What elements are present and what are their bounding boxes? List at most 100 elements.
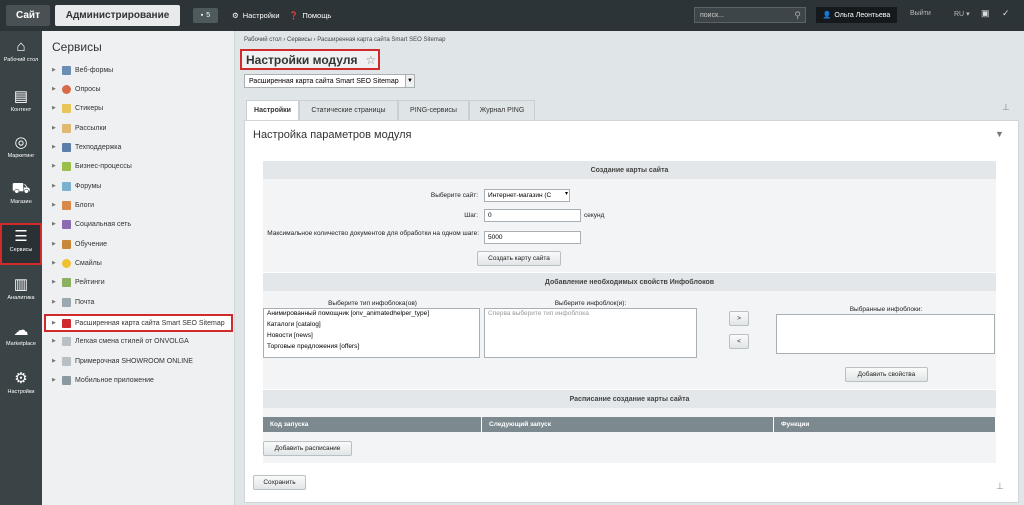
logout-link[interactable]: Выйти <box>910 10 931 17</box>
list-item[interactable]: Торговые предложения [offers] <box>264 342 479 353</box>
sidebar-item-business-processes[interactable]: ▶ Бизнес-процессы <box>52 159 132 173</box>
step-field[interactable]: 0 <box>484 209 581 222</box>
expand-arrow-icon[interactable]: ▶ <box>52 358 58 364</box>
expand-arrow-icon[interactable]: ▶ <box>52 299 58 305</box>
search-input[interactable]: поиск... ⚲ <box>694 7 806 23</box>
form-icon <box>62 65 71 75</box>
site-select[interactable]: Интернет-магазин (С ▾ <box>484 189 570 202</box>
list-item[interactable]: Каталоги [catalog] <box>264 320 479 331</box>
gear-icon: ⚙ <box>232 10 239 20</box>
notification-count: 5 <box>206 12 211 19</box>
sidebar-item-blogs[interactable]: ▶ Блоги <box>52 198 94 212</box>
sidebar-item-mail[interactable]: ▶ Почта <box>52 295 94 309</box>
expand-arrow-icon[interactable]: ▶ <box>52 377 58 383</box>
nav-marketplace[interactable]: ☁ Marketplace <box>0 322 42 354</box>
language-select[interactable]: RU ▾ <box>954 10 970 18</box>
nav-services[interactable]: ☰ Сервисы <box>0 223 42 265</box>
sidebar-item-smart-seo-sitemap[interactable]: ▶ Расширенная карта сайта Smart SEO Sitem… <box>52 316 225 330</box>
selected-iblocks-list[interactable] <box>776 314 995 354</box>
nav-analytics[interactable]: ▥ Аналитика <box>0 276 42 308</box>
sidebar-item-label: Форумы <box>75 182 102 190</box>
sidebar-item-polls[interactable]: ▶ Опросы <box>52 82 101 96</box>
pin-icon[interactable]: ⊥ <box>1002 102 1010 113</box>
expand-arrow-icon[interactable]: ▶ <box>52 241 58 247</box>
pin-icon[interactable]: ✓ <box>1002 8 1010 19</box>
create-sitemap-button[interactable]: Создать карту сайта <box>477 251 561 266</box>
list-item[interactable]: Анимированный помощник [onv_animatedhelp… <box>264 309 479 320</box>
page-icon <box>62 356 71 366</box>
nav-label: Сервисы <box>9 247 33 253</box>
expand-arrow-icon[interactable]: ▶ <box>52 125 58 131</box>
tab-static-pages[interactable]: Статические страницы <box>299 100 398 120</box>
admin-button[interactable]: Администрирование <box>55 5 180 26</box>
sidebar-item-label: Легкая смена стилей от ONVOLGA <box>75 337 189 345</box>
sidebar-item-mobile-app[interactable]: ▶ Мобильное приложение <box>52 373 154 387</box>
nav-label: Контент <box>10 107 32 113</box>
expand-arrow-icon[interactable]: ▶ <box>52 144 58 150</box>
tab-ping-services[interactable]: PING-сервисы <box>398 100 469 120</box>
collapse-icon[interactable]: ▼ <box>995 129 1004 139</box>
expand-arrow-icon[interactable]: ▶ <box>52 105 58 111</box>
nav-label: Магазин <box>10 199 32 205</box>
breadcrumb-services[interactable]: Сервисы <box>287 37 312 43</box>
add-properties-button[interactable]: Добавить свойства <box>845 367 928 382</box>
expand-arrow-icon[interactable]: ▶ <box>52 338 58 344</box>
expand-arrow-icon[interactable]: ▶ <box>52 260 58 266</box>
sidebar-item-label: Бизнес-процессы <box>75 162 132 170</box>
move-left-button[interactable]: < <box>729 334 749 349</box>
save-button[interactable]: Сохранить <box>253 475 306 490</box>
iblock-type-list[interactable]: Анимированный помощник [onv_animatedhelp… <box>263 308 480 358</box>
help-link[interactable]: ❓ Помощь <box>289 8 331 22</box>
sidebar-item-learning[interactable]: ▶ Обучение <box>52 237 107 251</box>
module-select[interactable]: Расширенная карта сайта Smart SEO Sitema… <box>244 74 415 88</box>
expand-arrow-icon[interactable]: ▶ <box>52 183 58 189</box>
user-menu[interactable]: 👤 Ольга Леонтьева <box>816 7 897 23</box>
notifications-button[interactable]: ▪ 5 <box>193 8 218 23</box>
search-icon[interactable]: ⚲ <box>794 10 801 21</box>
nav-marketing[interactable]: ◎ Маркетинг <box>0 134 42 166</box>
expand-arrow-icon[interactable]: ▶ <box>52 163 58 169</box>
nav-desktop[interactable]: ⌂ Рабочий стол <box>0 38 42 78</box>
sidebar-item-stickers[interactable]: ▶ Стикеры <box>52 101 103 115</box>
rating-icon <box>62 277 71 287</box>
expand-arrow-icon[interactable]: ▶ <box>52 320 58 326</box>
sidebar-item-label: Расширенная карта сайта Smart SEO Sitema… <box>75 319 225 327</box>
sidebar-item-smileys[interactable]: ▶ Смайлы <box>52 256 102 270</box>
settings-link[interactable]: ⚙ Настройки <box>232 8 280 22</box>
expand-arrow-icon[interactable]: ▶ <box>52 279 58 285</box>
sidebar-item-onvolga-styles[interactable]: ▶ Легкая смена стилей от ONVOLGA <box>52 334 189 348</box>
chevron-down-icon[interactable]: ▾ <box>565 190 568 197</box>
pin-icon[interactable]: ⊥ <box>996 481 1004 492</box>
iblock-label: Выберите инфоблок(и): <box>554 300 627 307</box>
sidebar-item-mailings[interactable]: ▶ Рассылки <box>52 121 106 135</box>
nav-shop[interactable]: ⛟ Магазин <box>0 180 42 212</box>
expand-arrow-icon[interactable]: ▶ <box>52 221 58 227</box>
breadcrumb-current[interactable]: Расширенная карта сайта Smart SEO Sitema… <box>317 37 445 43</box>
sidebar-item-web-forms[interactable]: ▶ Веб-формы <box>52 63 113 77</box>
tab-ping-log[interactable]: Журнал PING <box>469 100 535 120</box>
expand-arrow-icon[interactable]: ▶ <box>52 67 58 73</box>
sidebar-item-forums[interactable]: ▶ Форумы <box>52 179 101 193</box>
site-button[interactable]: Сайт <box>6 5 50 26</box>
window-icon[interactable]: ▣ <box>981 8 990 19</box>
sidebar-item-ratings[interactable]: ▶ Рейтинги <box>52 275 105 289</box>
sidebar-item-showroom[interactable]: ▶ Примерочная SHOWROOM ONLINE <box>52 354 193 368</box>
expand-arrow-icon[interactable]: ▶ <box>52 86 58 92</box>
breadcrumb-desktop[interactable]: Рабочий стол <box>244 37 282 43</box>
sidebar-item-support[interactable]: ▶ Техподдержка <box>52 140 121 154</box>
tab-settings[interactable]: Настройки <box>246 100 299 120</box>
iblock-list[interactable]: Сперва выберите тип инфоблока <box>484 308 697 358</box>
list-item[interactable]: Новости [news] <box>264 331 479 342</box>
max-docs-field[interactable]: 5000 <box>484 231 581 244</box>
process-icon <box>62 161 71 171</box>
sidebar-item-social-network[interactable]: ▶ Социальная сеть <box>52 217 131 231</box>
move-right-button[interactable]: > <box>729 311 749 326</box>
expand-arrow-icon[interactable]: ▶ <box>52 202 58 208</box>
add-schedule-button[interactable]: Добавить расписание <box>263 441 352 456</box>
nav-content[interactable]: ▤ Контент <box>0 88 42 120</box>
nav-settings[interactable]: ⚙ Настройки <box>0 370 42 402</box>
chevron-down-icon[interactable]: ▼ <box>405 75 414 87</box>
cloud-icon: ☁ <box>13 322 29 339</box>
star-icon[interactable]: ☆ <box>365 53 376 67</box>
mobile-icon <box>62 375 71 385</box>
